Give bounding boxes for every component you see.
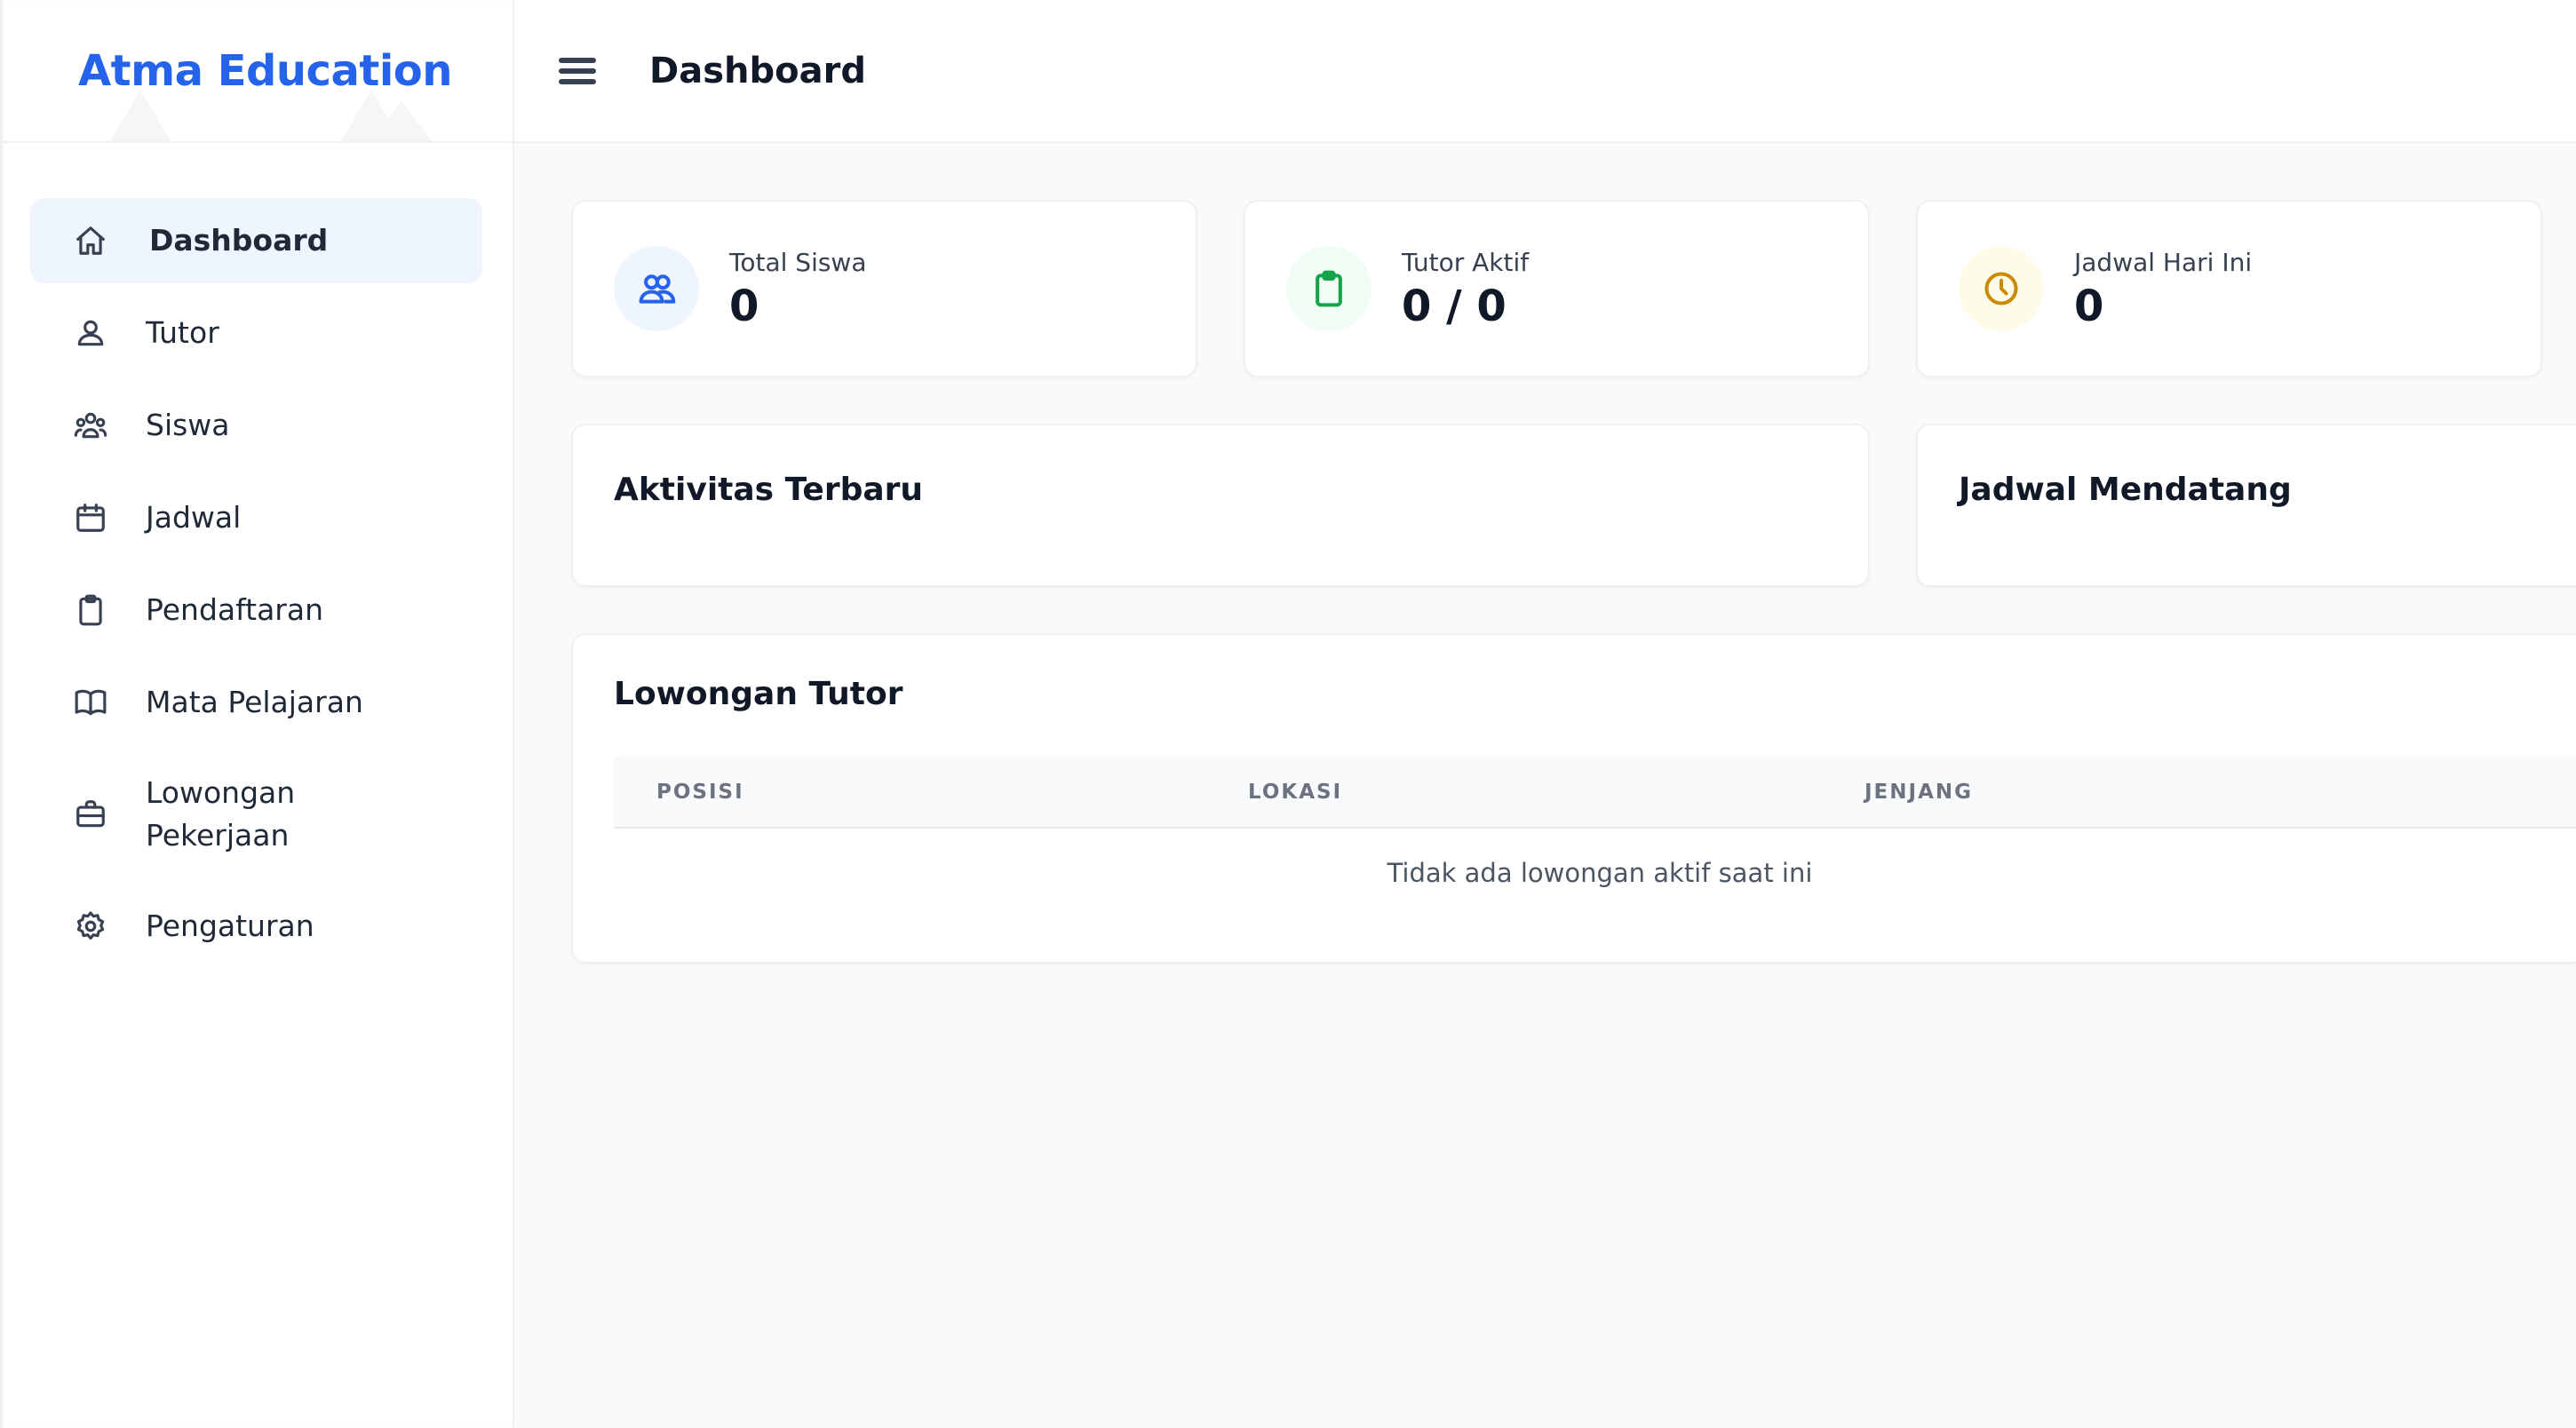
app-root: Atma Education Dashboard Tutor Siswa Jad… — [0, 0, 2576, 1428]
sidebar-item-label: Mata Pelajaran — [146, 685, 363, 719]
table-header: POSISI LOKASI JENJANG — [614, 756, 2576, 829]
sidebar-item-dashboard[interactable]: Dashboard — [30, 198, 482, 283]
sidebar-item-pendaftaran[interactable]: Pendaftaran — [30, 567, 482, 653]
clock-icon — [1959, 246, 2044, 331]
sidebar-item-label: Dashboard — [149, 223, 329, 258]
panel-title: Lowongan Tutor — [614, 676, 903, 712]
decorative-shape — [110, 90, 171, 141]
sidebar-item-siswa[interactable]: Siswa — [30, 383, 482, 468]
hamburger-icon — [559, 57, 596, 84]
upcoming-schedule-panel: Jadwal Mendatang — [1916, 424, 2576, 587]
stat-text: Total Siswa 0 — [729, 245, 867, 332]
column-header-posisi[interactable]: POSISI — [656, 756, 744, 829]
calendar-icon — [73, 500, 108, 536]
sidebar-item-label: Jadwal — [146, 500, 242, 535]
page-title: Dashboard — [649, 50, 866, 91]
column-header-lokasi[interactable]: LOKASI — [1248, 756, 1342, 829]
stat-label: Total Siswa — [729, 248, 867, 277]
stat-text: Tutor Aktif 0 / 0 — [1402, 245, 1529, 332]
sidebar-item-jadwal[interactable]: Jadwal — [30, 475, 482, 560]
sidebar-item-lowongan-pekerjaan[interactable]: Lowongan Pekerjaan — [30, 752, 482, 877]
sidebar-item-label: Pendaftaran — [146, 592, 324, 627]
sidebar: Atma Education Dashboard Tutor Siswa Jad… — [0, 0, 514, 1428]
sidebar-item-label: Tutor — [146, 315, 219, 350]
book-icon — [73, 685, 108, 720]
stat-card-jadwal-hari-ini: Jadwal Hari Ini 0 — [1916, 200, 2542, 377]
clipboard-icon — [73, 592, 108, 628]
sidebar-item-pengaturan[interactable]: Pengaturan — [30, 884, 482, 969]
stat-value: 0 — [729, 282, 759, 331]
stat-label: Jadwal Hari Ini — [2074, 248, 2253, 277]
main-content: Total Siswa 0 Tutor Aktif 0 / 0 Jadwal H… — [514, 143, 2576, 1428]
stat-value: 0 / 0 — [1402, 282, 1507, 331]
stat-text: Jadwal Hari Ini 0 — [2074, 245, 2252, 332]
sidebar-nav: Dashboard Tutor Siswa Jadwal Pendaftaran… — [0, 143, 513, 969]
column-header-jenjang[interactable]: JENJANG — [1864, 756, 1973, 829]
sidebar-item-tutor[interactable]: Tutor — [30, 290, 482, 376]
sidebar-item-label: Siswa — [146, 408, 230, 442]
gear-icon — [73, 908, 108, 944]
brand-logo-text[interactable]: Atma Education — [78, 46, 452, 96]
vacancies-panel: Lowongan Tutor POSISI LOKASI JENJANG Tid… — [571, 633, 2576, 964]
sidebar-item-label: Lowongan Pekerjaan — [146, 775, 296, 853]
stat-card-total-siswa: Total Siswa 0 — [571, 200, 1197, 377]
menu-toggle-button[interactable] — [546, 40, 608, 102]
panel-title: Aktivitas Terbaru — [614, 472, 924, 508]
panel-title: Jadwal Mendatang — [1959, 472, 2292, 508]
home-icon — [73, 223, 108, 258]
empty-state-message: Tidak ada lowongan aktif saat ini — [1387, 858, 1813, 888]
sidebar-item-mata-pelajaran[interactable]: Mata Pelajaran — [30, 660, 482, 745]
recent-activity-panel: Aktivitas Terbaru — [571, 424, 1870, 587]
brand-header: Atma Education — [0, 0, 513, 143]
users-icon — [614, 246, 699, 331]
decorative-shape — [371, 100, 432, 141]
briefcase-icon — [73, 797, 108, 832]
top-header: Dashboard — [514, 0, 2576, 143]
stat-label: Tutor Aktif — [1402, 248, 1530, 277]
clipboard-icon — [1286, 246, 1371, 331]
sidebar-item-label: Pengaturan — [146, 908, 314, 943]
users-icon — [73, 408, 108, 443]
user-icon — [73, 315, 108, 351]
stat-card-tutor-aktif: Tutor Aktif 0 / 0 — [1244, 200, 1870, 377]
stat-value: 0 — [2074, 282, 2104, 331]
